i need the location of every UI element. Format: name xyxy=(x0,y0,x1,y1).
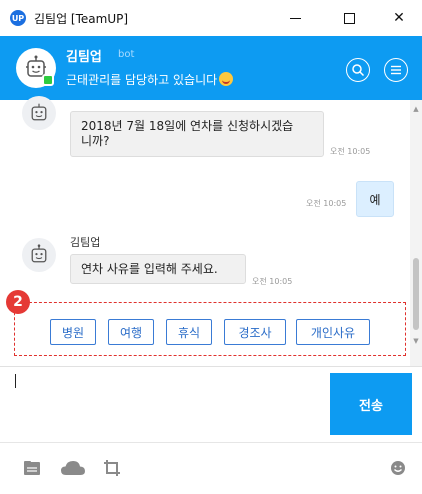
bot-message-bubble: 2018년 7월 18일에 연차를 신청하시겠습 니까? xyxy=(70,111,324,157)
crop-icon xyxy=(104,460,120,476)
cloud-icon xyxy=(61,461,85,475)
search-icon xyxy=(352,64,365,77)
window-titlebar: UP 김팀업 [TeamUP] ✕ xyxy=(0,0,422,36)
emoji-button[interactable] xyxy=(388,458,408,478)
cloud-upload-button[interactable] xyxy=(60,458,86,478)
bot-avatar-small xyxy=(22,238,56,272)
scroll-up-arrow-icon[interactable]: ▲ xyxy=(410,104,422,114)
message-time: 오전 10:05 xyxy=(306,199,347,208)
message-text-line: 니까? xyxy=(81,134,110,148)
maximize-button[interactable] xyxy=(330,4,368,32)
bot-status-text: 근태관리를 담당하고 있습니다 xyxy=(66,73,218,87)
minimize-button[interactable] xyxy=(276,4,314,32)
choice-button-personal[interactable]: 개인사유 xyxy=(296,319,370,345)
my-message-bubble: 예 xyxy=(356,181,394,217)
search-button[interactable] xyxy=(346,58,370,82)
hamburger-menu-icon xyxy=(391,65,401,75)
crop-capture-button[interactable] xyxy=(102,458,122,478)
bot-status-message: 근태관리를 담당하고 있습니다 xyxy=(66,71,234,88)
choice-button-rest[interactable]: 휴식 xyxy=(166,319,212,345)
bot-message-bubble: 연차 사유를 입력해 주세요. xyxy=(70,254,246,284)
bot-name: 김팀업 xyxy=(66,50,102,65)
message-input[interactable] xyxy=(12,375,312,435)
robot-icon xyxy=(31,103,47,121)
sender-name: 김팀업 xyxy=(70,236,101,249)
teamup-logo-icon: UP xyxy=(10,10,26,26)
online-status-icon xyxy=(42,74,54,86)
message-time: 오전 10:05 xyxy=(330,147,371,156)
message-text: 연차 사유를 입력해 주세요. xyxy=(81,262,218,276)
bot-tag: bot xyxy=(118,49,135,60)
bot-avatar-small xyxy=(22,96,56,130)
scroll-down-arrow-icon[interactable]: ▼ xyxy=(410,336,422,346)
maximize-icon xyxy=(343,12,355,24)
send-button[interactable]: 전송 xyxy=(330,373,412,435)
chat-scrollbar[interactable]: ▲ ▼ xyxy=(410,100,422,366)
close-icon: ✕ xyxy=(393,10,405,26)
scroll-thumb[interactable] xyxy=(413,258,419,330)
choice-button-hospital[interactable]: 병원 xyxy=(50,319,96,345)
close-button[interactable]: ✕ xyxy=(380,4,418,32)
choice-button-family-event[interactable]: 경조사 xyxy=(224,319,286,345)
choice-button-travel[interactable]: 여행 xyxy=(108,319,154,345)
menu-button[interactable] xyxy=(384,58,408,82)
text-caret xyxy=(15,374,16,388)
emoji-icon xyxy=(391,461,405,475)
chat-header: 김팀업 bot 근태관리를 담당하고 있습니다 xyxy=(0,36,422,100)
step-marker-badge: 2 xyxy=(6,290,30,314)
minimize-icon xyxy=(289,17,301,19)
smile-emoji-icon xyxy=(219,72,234,86)
message-text: 예 xyxy=(369,192,381,207)
robot-icon xyxy=(31,244,47,263)
message-text-line: 2018년 7월 18일에 연차를 신청하시겠습 xyxy=(81,119,294,133)
file-icon xyxy=(24,461,40,475)
window-title: 김팀업 [TeamUP] xyxy=(34,12,129,26)
attach-file-button[interactable] xyxy=(22,458,42,478)
message-time: 오전 10:05 xyxy=(252,277,293,286)
